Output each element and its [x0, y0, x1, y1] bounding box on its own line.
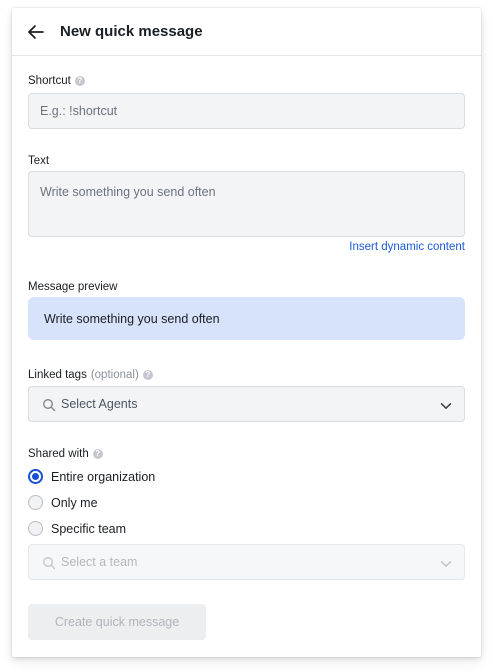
insert-dynamic-content-link[interactable]: Insert dynamic content: [349, 241, 465, 253]
text-label-group: Text: [28, 155, 49, 167]
help-icon[interactable]: ?: [142, 370, 153, 380]
chevron-down-icon: [440, 557, 452, 569]
radio-button-checked[interactable]: [28, 469, 43, 484]
back-arrow-icon[interactable]: [26, 22, 46, 42]
radio-button[interactable]: [28, 495, 43, 510]
radio-label: Specific team: [51, 521, 127, 536]
optional-label: (optional): [90, 369, 139, 381]
shortcut-label: Shortcut: [28, 75, 71, 87]
message-preview: Write something you send often: [28, 297, 465, 340]
quick-message-panel: New quick message Shortcut ? Text Insert…: [12, 8, 481, 657]
team-select: Select a team: [28, 544, 465, 580]
shared-label: Shared with: [28, 448, 89, 460]
agents-select-placeholder: Select Agents: [61, 397, 138, 411]
message-preview-text: Write something you send often: [44, 311, 220, 326]
shared-label-group: Shared with ?: [28, 448, 103, 460]
shortcut-input[interactable]: [28, 93, 465, 129]
text-label: Text: [28, 155, 50, 167]
create-quick-message-button[interactable]: Create quick message: [28, 604, 206, 640]
tags-label: Linked tags: [28, 369, 87, 381]
radio-specific-team[interactable]: Specific team: [28, 521, 126, 536]
page-title: New quick message: [60, 23, 203, 40]
radio-label: Only me: [51, 495, 98, 510]
preview-label-group: Message preview: [28, 281, 117, 293]
radio-label: Entire organization: [51, 469, 156, 484]
help-icon[interactable]: ?: [74, 76, 85, 86]
chevron-down-icon: [440, 399, 452, 411]
radio-only-me[interactable]: Only me: [28, 495, 98, 510]
shortcut-label-group: Shortcut ?: [28, 75, 85, 87]
radio-entire-organization[interactable]: Entire organization: [28, 469, 155, 484]
tags-label-group: Linked tags (optional) ?: [28, 369, 153, 381]
text-textarea[interactable]: [28, 171, 465, 237]
help-icon[interactable]: ?: [92, 449, 103, 459]
panel-header: New quick message: [12, 8, 481, 56]
search-icon: [42, 398, 56, 412]
radio-button[interactable]: [28, 521, 43, 536]
team-select-placeholder: Select a team: [61, 555, 138, 569]
search-icon: [42, 556, 56, 570]
agents-select[interactable]: Select Agents: [28, 386, 465, 422]
preview-label: Message preview: [28, 281, 118, 293]
